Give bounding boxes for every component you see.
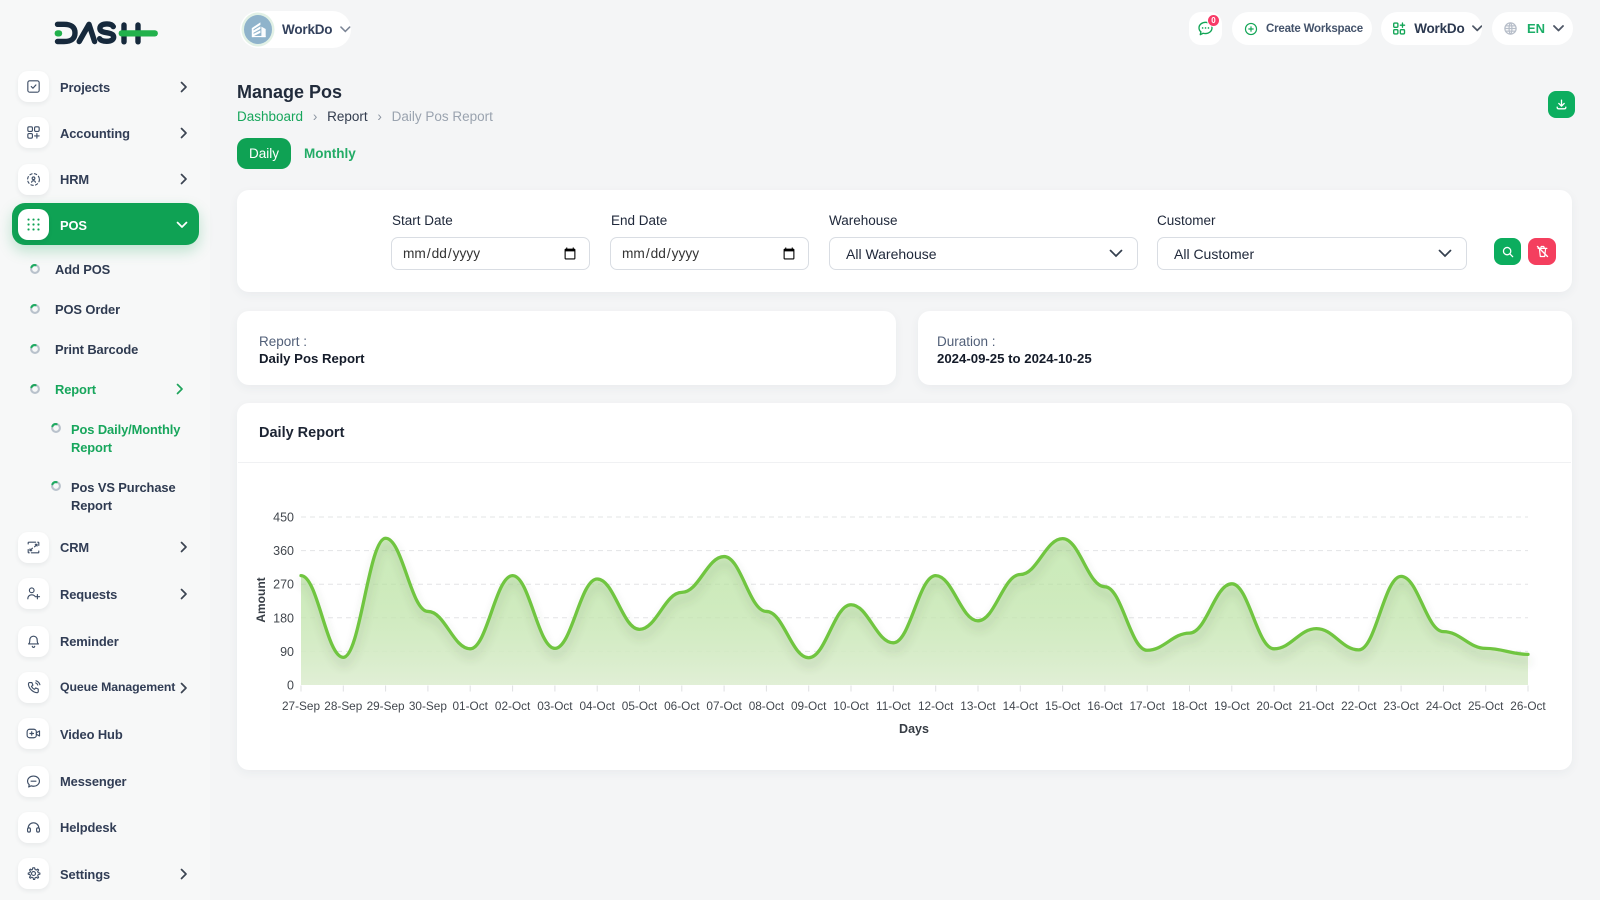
svg-text:16-Oct: 16-Oct xyxy=(1087,699,1123,713)
svg-text:05-Oct: 05-Oct xyxy=(622,699,658,713)
svg-text:06-Oct: 06-Oct xyxy=(664,699,700,713)
svg-text:20-Oct: 20-Oct xyxy=(1256,699,1292,713)
svg-text:12-Oct: 12-Oct xyxy=(918,699,954,713)
svg-text:24-Oct: 24-Oct xyxy=(1426,699,1462,713)
svg-text:23-Oct: 23-Oct xyxy=(1383,699,1419,713)
svg-text:28-Sep: 28-Sep xyxy=(324,699,362,713)
svg-text:26-Oct: 26-Oct xyxy=(1510,699,1546,713)
svg-text:450: 450 xyxy=(273,511,294,525)
svg-text:04-Oct: 04-Oct xyxy=(579,699,615,713)
svg-text:270: 270 xyxy=(273,578,294,592)
svg-text:90: 90 xyxy=(280,645,294,659)
svg-text:02-Oct: 02-Oct xyxy=(495,699,531,713)
svg-text:19-Oct: 19-Oct xyxy=(1214,699,1250,713)
svg-text:21-Oct: 21-Oct xyxy=(1299,699,1335,713)
svg-text:30-Sep: 30-Sep xyxy=(409,699,447,713)
svg-text:Amount: Amount xyxy=(254,577,268,622)
svg-text:15-Oct: 15-Oct xyxy=(1045,699,1081,713)
svg-text:360: 360 xyxy=(273,544,294,558)
svg-text:11-Oct: 11-Oct xyxy=(876,699,911,713)
svg-text:27-Sep: 27-Sep xyxy=(282,699,320,713)
svg-text:07-Oct: 07-Oct xyxy=(706,699,742,713)
svg-text:25-Oct: 25-Oct xyxy=(1468,699,1504,713)
svg-text:Days: Days xyxy=(899,722,929,736)
svg-text:01-Oct: 01-Oct xyxy=(452,699,488,713)
svg-text:13-Oct: 13-Oct xyxy=(960,699,996,713)
svg-text:08-Oct: 08-Oct xyxy=(749,699,785,713)
svg-text:14-Oct: 14-Oct xyxy=(1003,699,1039,713)
svg-text:18-Oct: 18-Oct xyxy=(1172,699,1208,713)
svg-text:03-Oct: 03-Oct xyxy=(537,699,573,713)
svg-text:22-Oct: 22-Oct xyxy=(1341,699,1377,713)
svg-text:17-Oct: 17-Oct xyxy=(1129,699,1165,713)
svg-text:180: 180 xyxy=(273,611,294,625)
svg-text:0: 0 xyxy=(287,679,294,693)
svg-text:29-Sep: 29-Sep xyxy=(367,699,405,713)
svg-text:10-Oct: 10-Oct xyxy=(833,699,869,713)
svg-text:09-Oct: 09-Oct xyxy=(791,699,827,713)
